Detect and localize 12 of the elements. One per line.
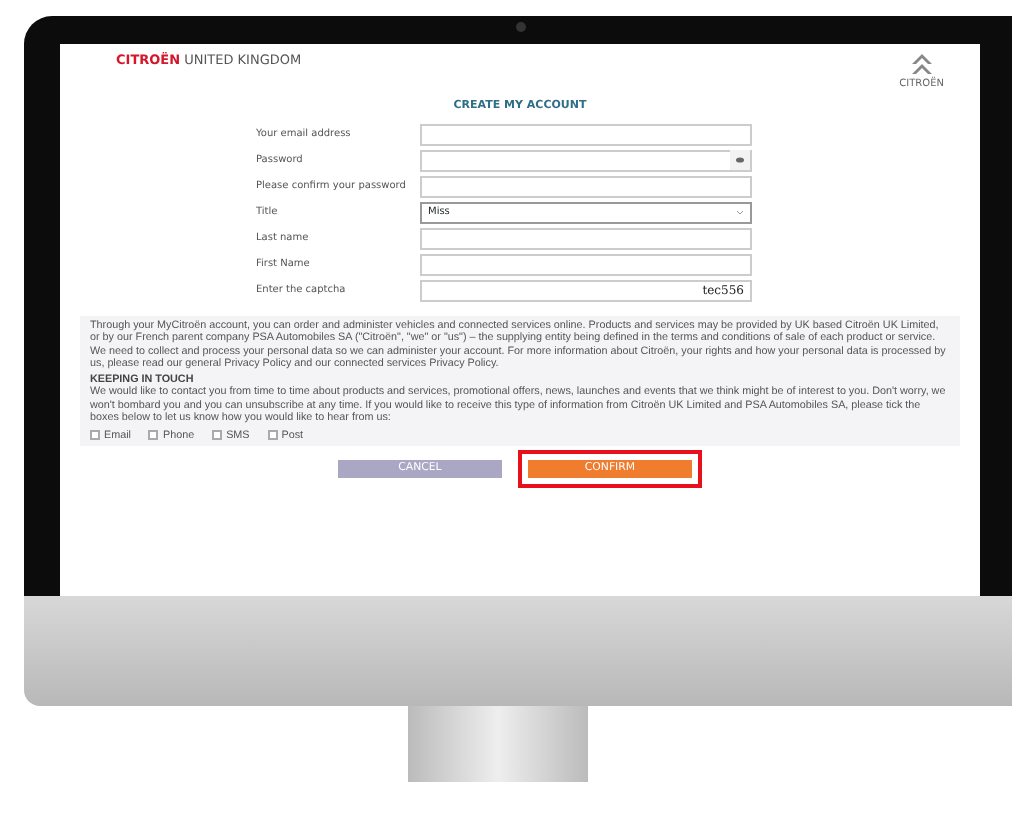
checkbox[interactable] — [148, 430, 159, 441]
eye-icon[interactable] — [730, 150, 750, 171]
input-field[interactable] — [420, 175, 752, 198]
input-field[interactable] — [420, 123, 752, 146]
chevrons-logo-icon — [907, 52, 936, 76]
password-field[interactable] — [420, 149, 752, 172]
camera-icon — [515, 22, 525, 32]
checkbox[interactable] — [267, 430, 278, 441]
input-field[interactable] — [420, 253, 752, 276]
input-field[interactable] — [420, 227, 752, 250]
checkbox[interactable] — [90, 430, 100, 441]
checkbox[interactable] — [212, 430, 223, 441]
